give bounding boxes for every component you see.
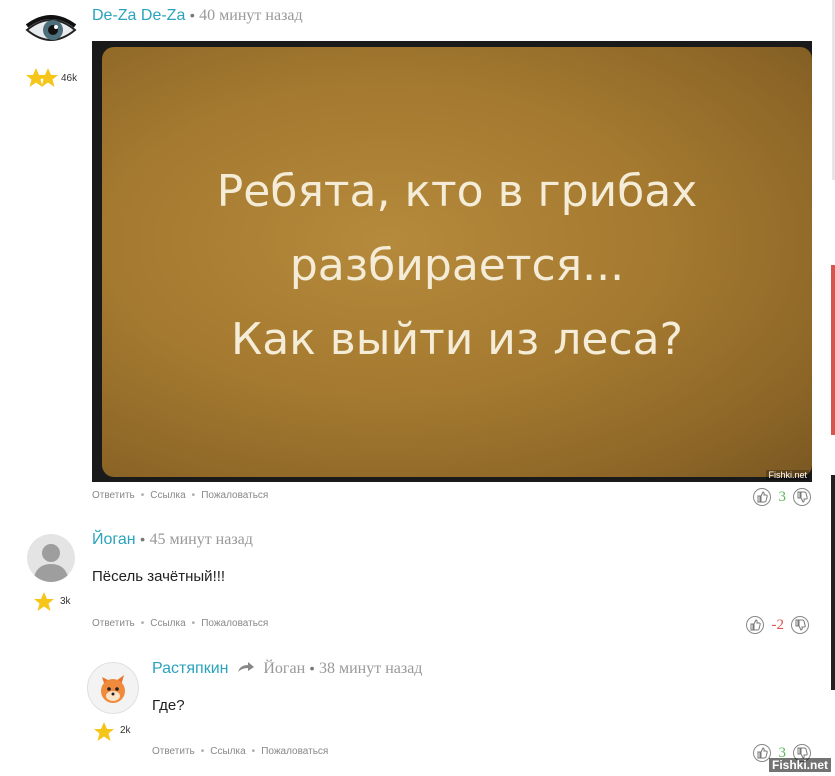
vote-score: 3 [778,488,786,505]
permalink-link[interactable]: Ссылка [150,618,185,629]
report-link[interactable]: Пожаловаться [201,490,268,501]
report-link[interactable]: Пожаловаться [261,746,328,757]
reply-arrow-icon [237,660,255,678]
timestamp[interactable]: 40 минут назад [199,7,302,24]
author-link[interactable]: Йоган [92,531,136,548]
reply-to-link[interactable]: Йоган [263,660,305,677]
meme-text: Ребята, кто в грибах разбирается... Как … [102,155,812,377]
comment-actions: Ответить • Ссылка • Пожаловаться [152,746,329,757]
karma-stars-icon [26,66,58,90]
site-watermark: Fishki.net [768,758,831,772]
vote-score: -2 [771,616,784,633]
separator-dot: • [140,531,145,547]
meme-line-1: Ребята, кто в грибах [216,166,698,217]
author-link[interactable]: Растяпкин [152,660,228,677]
karma-count: 2k [120,725,131,736]
comment-actions: Ответить • Ссылка • Пожаловаться [92,618,269,629]
reply-link[interactable]: Ответить [152,746,195,757]
timestamp[interactable]: 45 минут назад [149,531,252,548]
avatar[interactable] [87,662,139,714]
star-icon [93,722,115,742]
meme-background: Ребята, кто в грибах разбирается... Как … [102,47,812,477]
avatar[interactable] [25,12,77,48]
comment-1: 46k De-Za De-Za • 40 минут назад Ребята,… [0,0,825,515]
thumbs-up-icon[interactable] [753,488,771,506]
scrollbar-thumb[interactable] [831,475,835,690]
thumbs-up-icon[interactable] [746,616,764,634]
accent-bar [831,265,835,435]
comment-text: Где? [152,697,185,714]
image-watermark: Fishki.net [766,470,809,480]
comment-2: 3k Йоган • 45 минут назад Пёсель зачётны… [0,520,825,640]
reply-link[interactable]: Ответить [92,618,135,629]
comment-header: Растяпкин Йоган • 38 минут назад [152,660,422,678]
permalink-link[interactable]: Ссылка [210,746,245,757]
author-link[interactable]: De-Za De-Za [92,7,185,24]
meme-line-2: разбирается... [289,240,625,291]
avatar[interactable] [27,534,75,582]
timestamp[interactable]: 38 минут назад [319,660,422,677]
comment-header: De-Za De-Za • 40 минут назад [92,7,303,25]
thumbs-down-icon[interactable] [791,616,810,634]
comment-image[interactable]: Ребята, кто в грибах разбирается... Как … [92,41,812,482]
vote-controls: 3 [753,488,812,506]
separator-dot: • [309,660,315,677]
permalink-link[interactable]: Ссылка [150,490,185,501]
separator-dot: • [189,7,195,23]
meme-line-3: Как выйти из леса? [231,314,683,365]
star-icon [33,592,55,612]
karma-count: 46k [61,73,78,84]
comment-text: Пёсель зачётный!!! [92,568,226,585]
comment-header: Йоган • 45 минут назад [92,531,253,549]
comment-actions: Ответить • Ссылка • Пожаловаться [92,490,269,501]
comment-3-reply: 2k Растяпкин Йоган • 38 минут назад Где?… [60,645,825,776]
reply-link[interactable]: Ответить [92,490,135,501]
thumbs-down-icon[interactable] [793,488,812,506]
report-link[interactable]: Пожаловаться [201,618,268,629]
karma-count: 3k [60,596,71,607]
vote-controls: -2 [746,616,810,634]
